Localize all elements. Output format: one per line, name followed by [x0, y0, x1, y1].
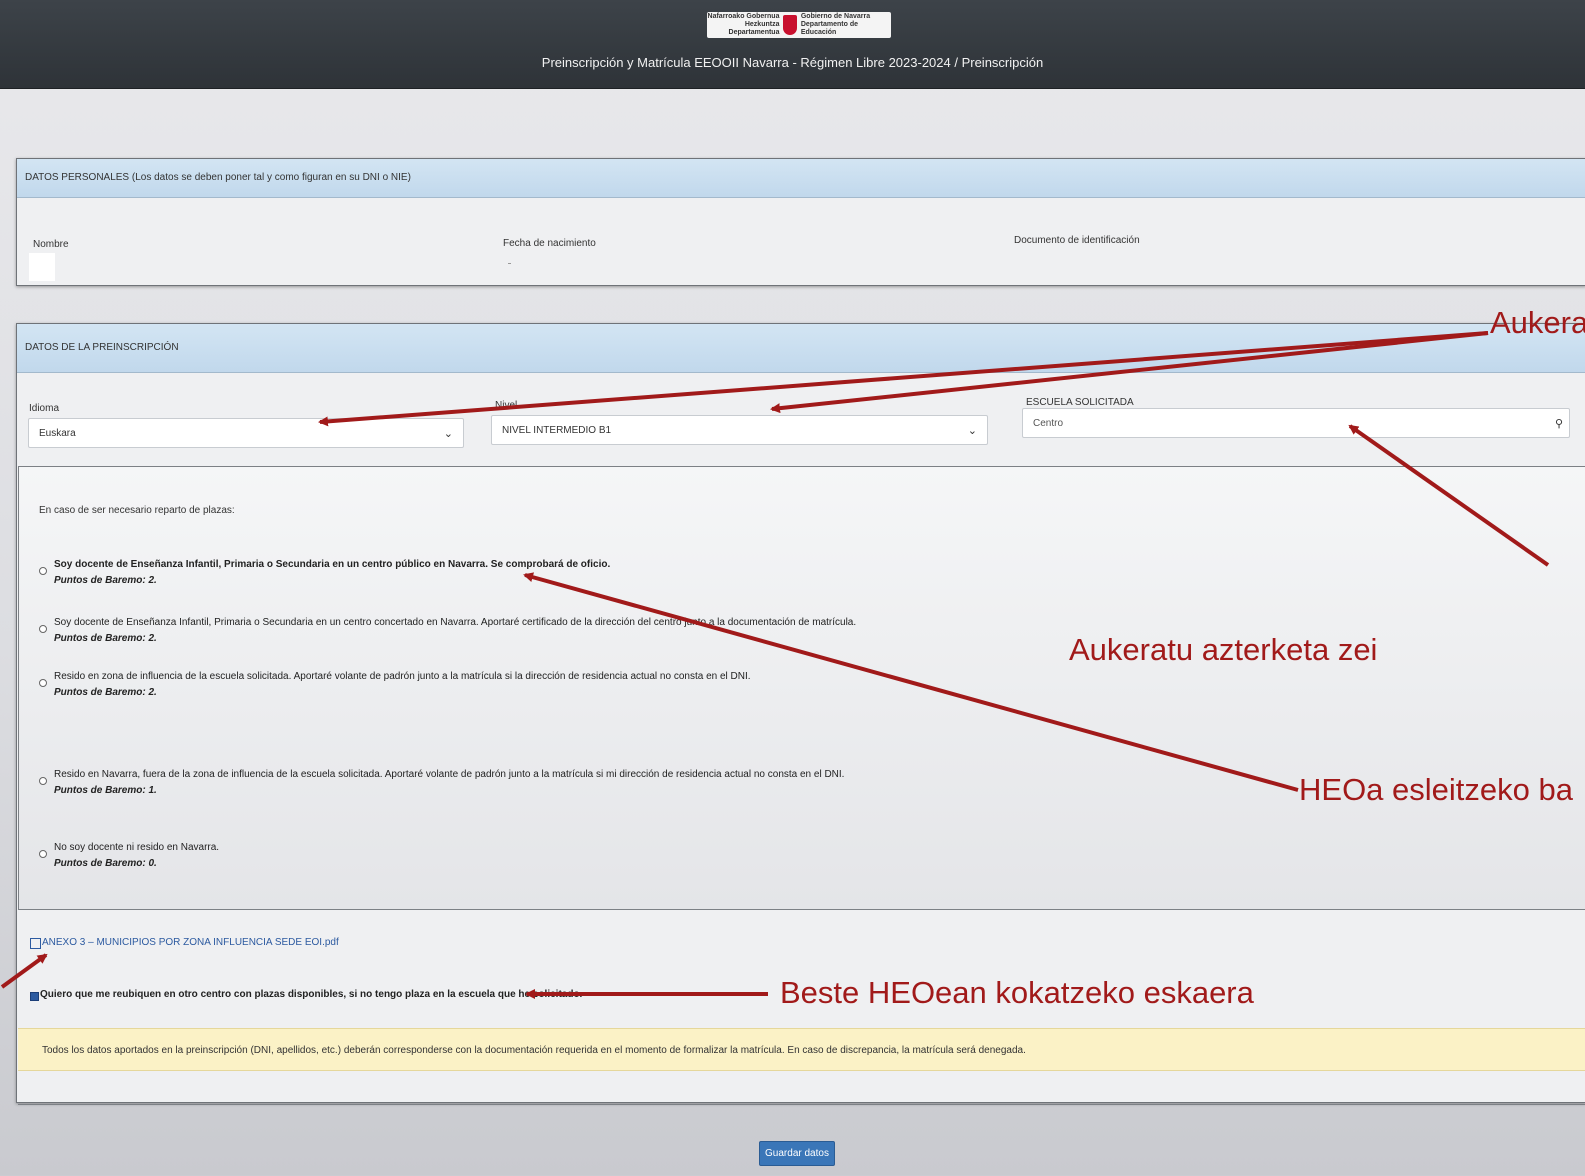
- search-icon[interactable]: ⚲: [1555, 409, 1563, 439]
- id-document-label: Documento de identificación: [1014, 235, 1140, 246]
- option-text: Resido en zona de influencia de la escue…: [54, 671, 751, 682]
- logo-left-line1: Nafarroako Gobernua: [707, 13, 780, 20]
- logo-left-line2: Hezkuntza Departamentua: [728, 21, 780, 36]
- annotation-heoa: HEOa esleitzeko ba: [1299, 772, 1573, 807]
- top-bar: Nafarroako Gobernua Hezkuntza Departament…: [0, 0, 1585, 89]
- prescription-heading: DATOS DE LA PREINSCRIPCIÓN: [17, 324, 1585, 373]
- option-points: Puntos de Baremo: 2.: [54, 575, 157, 586]
- option-text: Soy docente de Enseñanza Infantil, Prima…: [54, 559, 611, 570]
- school-search-placeholder: Centro: [1033, 418, 1064, 429]
- relocate-checkbox[interactable]: [30, 992, 39, 1001]
- annotation-azterketa: Aukeratu azterketa zei: [1069, 632, 1378, 667]
- logo-right-line1: Gobierno de Navarra: [800, 13, 871, 20]
- radio-button[interactable]: [39, 850, 47, 858]
- name-label: Nombre: [33, 239, 69, 250]
- chevron-down-icon: ⌄: [443, 428, 453, 440]
- annotation-beste: Beste HEOean kokatzeko eskaera: [780, 975, 1254, 1010]
- level-select-value: NIVEL INTERMEDIO B1: [502, 425, 612, 436]
- radio-button[interactable]: [39, 777, 47, 785]
- option-text: No soy docente ni resido en Navarra.: [54, 842, 220, 853]
- option-points: Puntos de Baremo: 1.: [54, 785, 157, 796]
- allocation-intro: En caso de ser necesario reparto de plaz…: [39, 505, 235, 516]
- level-select[interactable]: NIVEL INTERMEDIO B1 ⌄: [491, 415, 988, 445]
- language-select-value: Euskara: [39, 428, 76, 439]
- relocate-checkbox-label: Quiero que me reubiquen en otro centro c…: [40, 989, 583, 1000]
- radio-button[interactable]: [39, 679, 47, 687]
- navarra-shield-icon: [783, 15, 797, 35]
- page-title: Preinscripción y Matrícula EEOOII Navarr…: [541, 55, 1044, 70]
- logo-right-line2: Departamento de Educación: [800, 21, 859, 36]
- school-search-input[interactable]: Centro ⚲: [1022, 408, 1570, 438]
- birth-date-value: [508, 263, 511, 264]
- level-label: Nivel: [495, 400, 518, 411]
- radio-button[interactable]: [39, 567, 47, 575]
- data-notice: Todos los datos aportados en la preinscr…: [18, 1028, 1585, 1071]
- option-text: Resido en Navarra, fuera de la zona de i…: [54, 769, 845, 780]
- government-logo: Nafarroako Gobernua Hezkuntza Departament…: [707, 12, 891, 38]
- divider: [18, 1104, 1585, 1105]
- school-label: ESCUELA SOLICITADA: [1026, 397, 1134, 408]
- language-label: Idioma: [29, 403, 60, 414]
- pdf-file-icon[interactable]: [30, 938, 41, 949]
- option-points: Puntos de Baremo: 2.: [54, 687, 157, 698]
- save-button[interactable]: Guardar datos: [759, 1141, 835, 1166]
- language-select[interactable]: Euskara ⌄: [28, 418, 464, 448]
- place-allocation-box: En caso de ser necesario reparto de plaz…: [18, 466, 1585, 910]
- option-points: Puntos de Baremo: 2.: [54, 633, 157, 644]
- radio-button[interactable]: [39, 625, 47, 633]
- chevron-down-icon: ⌄: [967, 425, 977, 437]
- option-text: Soy docente de Enseñanza Infantil, Prima…: [54, 617, 857, 628]
- option-points: Puntos de Baremo: 0.: [54, 858, 157, 869]
- annex-pdf-link[interactable]: ANEXO 3 – MUNICIPIOS POR ZONA INFLUENCIA…: [42, 937, 339, 948]
- personal-data-heading: DATOS PERSONALES (Los datos se deben pon…: [17, 159, 1585, 198]
- annotation-aukera: Aukera: [1490, 305, 1585, 340]
- personal-data-panel: DATOS PERSONALES (Los datos se deben pon…: [16, 158, 1585, 286]
- name-value: [29, 253, 55, 281]
- birth-date-label: Fecha de nacimiento: [503, 238, 596, 249]
